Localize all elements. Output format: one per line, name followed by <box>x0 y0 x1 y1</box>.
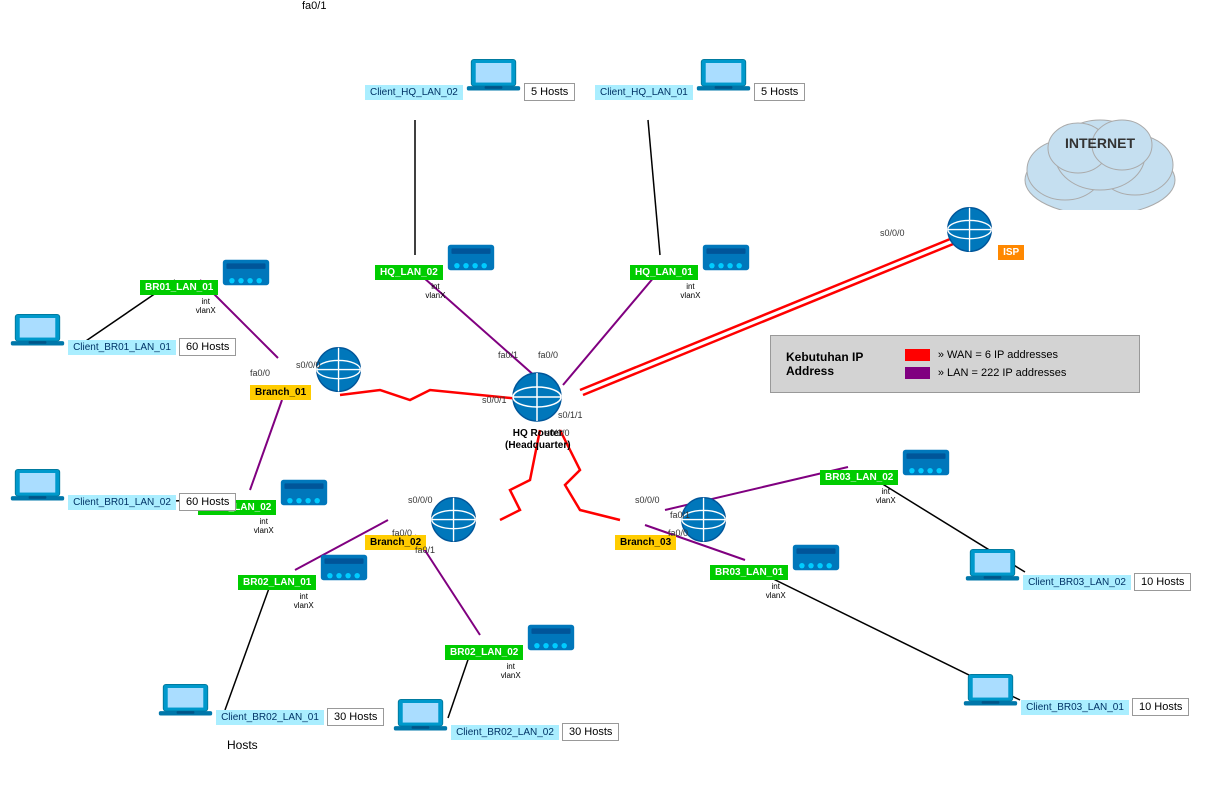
legend-wan: » WAN = 6 IP addresses <box>938 349 1058 361</box>
br03-fa01-label: fa0/1 <box>670 510 690 520</box>
client-br01-lan01-hosts: 60 Hosts <box>179 338 236 356</box>
br03-lan02-switch: BR03_LAN_02 intvlanX <box>820 445 951 505</box>
hq-fa01-label: fa0/1 <box>498 350 518 360</box>
branch03-label: Branch_03 <box>615 535 676 550</box>
br02-lan02-label: BR02_LAN_02 <box>445 645 523 660</box>
br02-fa00-label: fa0/0 <box>392 528 412 538</box>
br03-lan01-int: intvlanX <box>710 582 841 600</box>
br03-fa00-label: fa0/0 <box>668 528 688 538</box>
br03-lan01-label: BR03_LAN_01 <box>710 565 788 580</box>
client-br03-lan02-hosts: 10 Hosts <box>1134 573 1191 591</box>
hq-fa00-label: fa0/0 <box>538 350 558 360</box>
client-br03-lan02-label: Client_BR03_LAN_02 <box>1023 575 1131 590</box>
br01-lan02-int: intvlanX <box>198 517 329 535</box>
hq-lan02-int: intvlanX <box>375 282 496 300</box>
hosts-static-label: Hosts <box>227 738 258 752</box>
hq-lan01-label: HQ_LAN_01 <box>630 265 698 280</box>
hq-s011-label: s0/1/1 <box>558 410 583 420</box>
legend-title: Kebutuhan IPAddress <box>786 346 902 382</box>
br02-lan01-label: BR02_LAN_01 <box>238 575 316 590</box>
br03-lan01-switch: BR03_LAN_01 intvlanX <box>710 540 841 600</box>
client-br01-lan02: Client_BR01_LAN_02 60 Hosts <box>10 465 236 512</box>
client-br02-lan01-label: Client_BR02_LAN_01 <box>216 710 324 725</box>
client-br02-lan02: Client_BR02_LAN_02 30 Hosts <box>393 695 619 742</box>
br01-lan01-switch: BR01_LAN_01 intvlanX <box>140 255 271 315</box>
client-br03-lan02: Client_BR03_LAN_02 10 Hosts <box>965 545 1191 592</box>
legend-box: Kebutuhan IPAddress » WAN = 6 IP address… <box>770 335 1140 393</box>
client-br02-lan01: Client_BR02_LAN_01 30 Hosts <box>158 680 384 727</box>
br03-lan02-int: intvlanX <box>820 487 951 505</box>
client-hq-lan02-label: Client_HQ_LAN_02 <box>365 85 463 100</box>
client-hq-lan01-label: Client_HQ_LAN_01 <box>595 85 693 100</box>
client-br01-lan01-label: Client_BR01_LAN_01 <box>68 340 176 355</box>
br02-lan02-int: intvlanX <box>445 662 576 680</box>
hq-s001-label: s0/0/1 <box>482 395 507 405</box>
internet-label: INTERNET <box>1010 135 1190 151</box>
br02-fa01-label: fa0/1 <box>415 545 435 555</box>
br03-lan02-label: BR03_LAN_02 <box>820 470 898 485</box>
client-br03-lan01-hosts: 10 Hosts <box>1132 698 1189 716</box>
client-hq-lan02-hosts: 5 Hosts <box>524 83 575 101</box>
client-br01-lan02-label: Client_BR01_LAN_02 <box>68 495 176 510</box>
client-br02-lan02-hosts: 30 Hosts <box>562 723 619 741</box>
br01-lan01-label: BR01_LAN_01 <box>140 280 218 295</box>
br02-lan02-switch: BR02_LAN_02 intvlanX <box>445 620 576 680</box>
client-br01-lan02-hosts: 60 Hosts <box>179 493 236 511</box>
isp-s000-label: s0/0/0 <box>880 228 905 238</box>
isp-label: ISP <box>998 245 1024 260</box>
br03-s000-label: s0/0/0 <box>635 495 660 505</box>
br01-fa00-label: fa0/0 <box>250 368 270 378</box>
br01-fa01-label: fa0/1 <box>302 0 326 12</box>
legend-lan: » LAN = 222 IP addresses <box>938 367 1067 379</box>
br02-lan01-int: intvlanX <box>238 592 369 610</box>
client-hq-lan01: Client_HQ_LAN_01 5 Hosts <box>595 55 805 102</box>
br01-s000-label: s0/0/0 <box>296 360 321 370</box>
br02-s000-label: s0/0/0 <box>408 495 433 505</box>
client-br01-lan01: Client_BR01_LAN_01 60 Hosts <box>10 310 236 357</box>
client-br03-lan01-label: Client_BR03_LAN_01 <box>1021 700 1129 715</box>
client-br02-lan01-hosts: 30 Hosts <box>327 708 384 726</box>
hq-lan01-switch: HQ_LAN_01 intvlanX <box>630 240 751 300</box>
br02-lan01-switch: BR02_LAN_01 intvlanX <box>238 550 369 610</box>
hq-lan02-switch: HQ_LAN_02 intvlanX <box>375 240 496 300</box>
hq-lan01-int: intvlanX <box>630 282 751 300</box>
internet-cloud: INTERNET <box>1010 100 1190 213</box>
client-br02-lan02-label: Client_BR02_LAN_02 <box>451 725 559 740</box>
isp-router: ISP <box>945 205 1024 262</box>
client-br03-lan01: Client_BR03_LAN_01 10 Hosts <box>963 670 1189 717</box>
branch01-label: Branch_01 <box>250 385 311 400</box>
hq-s010-label: s0/1/0 <box>545 428 570 438</box>
hq-lan02-label: HQ_LAN_02 <box>375 265 443 280</box>
client-hq-lan02: Client_HQ_LAN_02 5 Hosts <box>365 55 575 102</box>
client-hq-lan01-hosts: 5 Hosts <box>754 83 805 101</box>
